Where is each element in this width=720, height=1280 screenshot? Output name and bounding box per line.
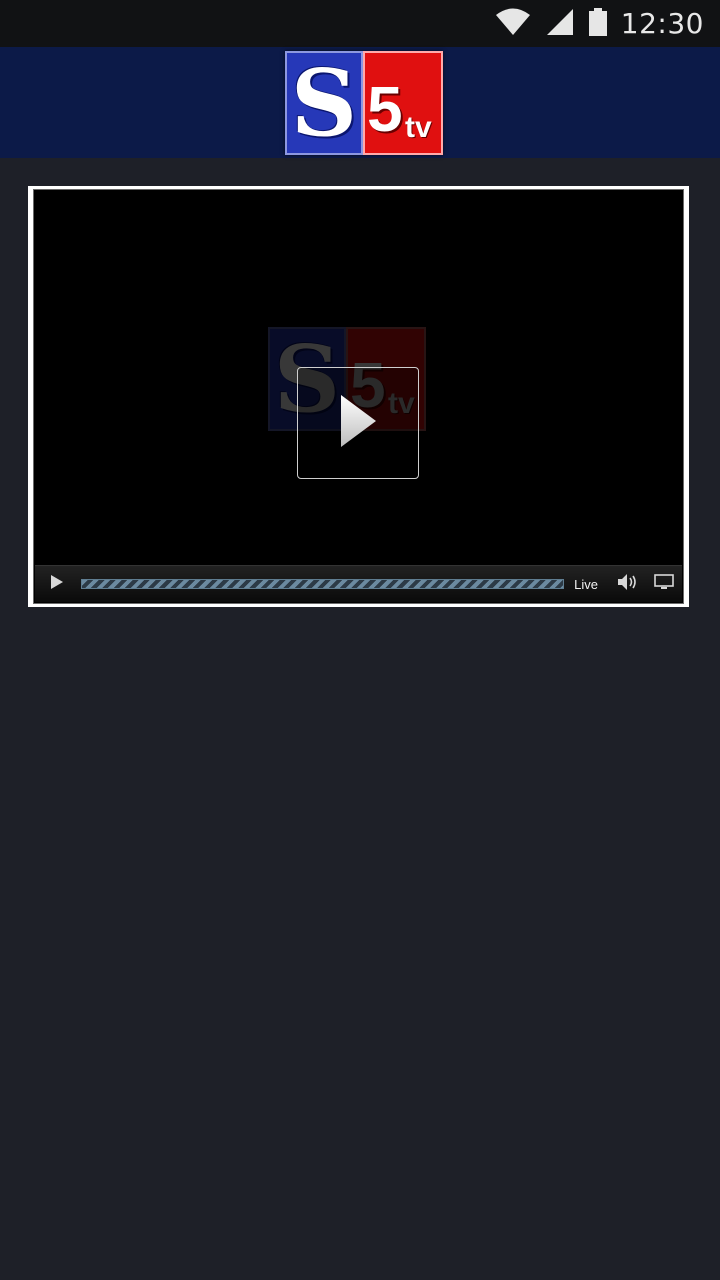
play-button[interactable] [35, 566, 79, 602]
status-time: 12:30 [620, 7, 704, 40]
cell-signal-icon [545, 8, 575, 40]
wifi-icon [495, 8, 531, 40]
live-label: Live [574, 576, 598, 592]
play-icon [50, 574, 64, 594]
big-play-button[interactable] [297, 367, 419, 479]
fullscreen-icon [654, 574, 674, 594]
video-player-frame: S 5 tv Live [28, 186, 689, 607]
logo-number: 5 [367, 73, 403, 145]
volume-button[interactable] [610, 566, 646, 602]
s5tv-logo: S 5 tv [285, 51, 443, 155]
logo-suffix: tv [405, 111, 432, 144]
app-header: S 5 tv [0, 47, 720, 158]
video-player[interactable]: S 5 tv Live [33, 189, 684, 604]
volume-icon [617, 573, 639, 595]
logo-red-panel: 5 tv [363, 51, 443, 155]
logo-blue-panel: S [285, 51, 363, 155]
logo-letter: S [290, 49, 358, 157]
battery-icon [588, 7, 607, 40]
fullscreen-button[interactable] [646, 566, 682, 602]
player-control-bar: Live [35, 565, 682, 602]
status-icons: 12:30 [495, 0, 704, 47]
big-play-icon [338, 393, 378, 453]
status-bar: 12:30 [0, 0, 720, 47]
progress-bar[interactable] [81, 579, 565, 589]
